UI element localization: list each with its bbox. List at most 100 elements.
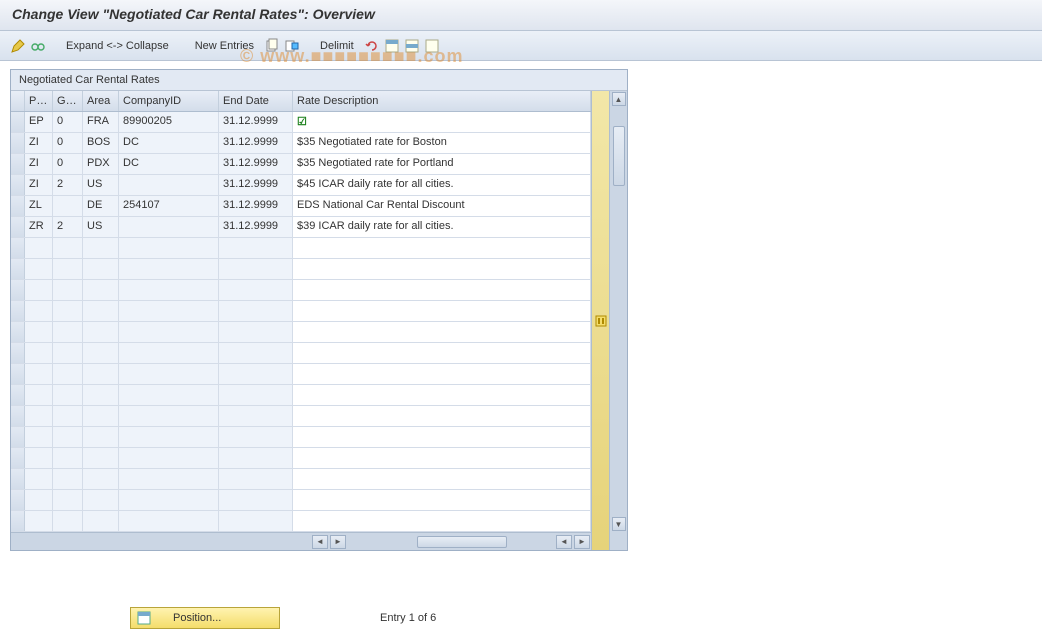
- table-row[interactable]: ZLDE25410731.12.9999EDS National Car Ren…: [11, 196, 591, 217]
- scroll-thumb[interactable]: [417, 536, 507, 548]
- glasses-icon[interactable]: [30, 38, 46, 54]
- table-row-empty[interactable]: [11, 343, 591, 364]
- cell-end-date[interactable]: 31.12.9999: [219, 175, 293, 195]
- row-selector[interactable]: [11, 217, 25, 237]
- column-header-geo[interactable]: Ge...: [53, 91, 83, 111]
- row-selector[interactable]: [11, 364, 25, 384]
- cell-area[interactable]: US: [83, 175, 119, 195]
- cell-provider[interactable]: ZL: [25, 196, 53, 216]
- cell-area[interactable]: FRA: [83, 112, 119, 132]
- cell-area[interactable]: BOS: [83, 133, 119, 153]
- row-selector[interactable]: [11, 175, 25, 195]
- row-selector[interactable]: [11, 343, 25, 363]
- cell-geo[interactable]: 0: [53, 133, 83, 153]
- row-selector[interactable]: [11, 280, 25, 300]
- table-row[interactable]: ZI2US31.12.9999$45 ICAR daily rate for a…: [11, 175, 591, 196]
- scroll-left-icon[interactable]: ◄: [312, 535, 328, 549]
- row-selector[interactable]: [11, 133, 25, 153]
- cell-end-date[interactable]: 31.12.9999: [219, 217, 293, 237]
- pencil-icon[interactable]: [10, 38, 26, 54]
- cell-geo[interactable]: 0: [53, 112, 83, 132]
- scroll-right-icon[interactable]: ►: [330, 535, 346, 549]
- row-selector[interactable]: [11, 469, 25, 489]
- table-row-empty[interactable]: [11, 280, 591, 301]
- expand-collapse-button[interactable]: Expand <-> Collapse: [60, 37, 175, 55]
- cell-provider[interactable]: ZI: [25, 133, 53, 153]
- row-selector[interactable]: [11, 154, 25, 174]
- cell-end-date[interactable]: 31.12.9999: [219, 154, 293, 174]
- cell-description[interactable]: EDS National Car Rental Discount: [293, 196, 591, 216]
- table-row-empty[interactable]: [11, 448, 591, 469]
- cell-description[interactable]: $35 Negotiated rate for Boston: [293, 133, 591, 153]
- cell-provider[interactable]: EP: [25, 112, 53, 132]
- cell-company[interactable]: [119, 175, 219, 195]
- table-row[interactable]: ZI0BOSDC31.12.9999$35 Negotiated rate fo…: [11, 133, 591, 154]
- table-row-empty[interactable]: [11, 322, 591, 343]
- table-row[interactable]: EP0FRA8990020531.12.9999☑: [11, 112, 591, 133]
- row-selector[interactable]: [11, 406, 25, 426]
- cell-provider[interactable]: ZI: [25, 154, 53, 174]
- delete-icon[interactable]: [284, 38, 300, 54]
- position-button[interactable]: Position...: [130, 607, 280, 629]
- table-row-empty[interactable]: [11, 406, 591, 427]
- vertical-scrollbar[interactable]: ▲ ▼: [609, 91, 627, 550]
- cell-geo[interactable]: 0: [53, 154, 83, 174]
- table-row-empty[interactable]: [11, 238, 591, 259]
- cell-description[interactable]: $35 Negotiated rate for Portland: [293, 154, 591, 174]
- scroll-down-icon[interactable]: ▼: [612, 517, 626, 531]
- column-header-description[interactable]: Rate Description: [293, 91, 591, 111]
- row-selector[interactable]: [11, 238, 25, 258]
- row-selector[interactable]: [11, 490, 25, 510]
- horizontal-scrollbar[interactable]: ◄ ► ◄ ►: [11, 532, 591, 550]
- cell-area[interactable]: PDX: [83, 154, 119, 174]
- scroll-left2-icon[interactable]: ◄: [556, 535, 572, 549]
- row-selector[interactable]: [11, 427, 25, 447]
- cell-provider[interactable]: ZR: [25, 217, 53, 237]
- row-selector[interactable]: [11, 196, 25, 216]
- table-row-empty[interactable]: [11, 469, 591, 490]
- table-row-empty[interactable]: [11, 364, 591, 385]
- table-row-empty[interactable]: [11, 427, 591, 448]
- cell-company[interactable]: 254107: [119, 196, 219, 216]
- row-selector[interactable]: [11, 322, 25, 342]
- row-selector[interactable]: [11, 301, 25, 321]
- column-header-area[interactable]: Area: [83, 91, 119, 111]
- cell-company[interactable]: DC: [119, 154, 219, 174]
- delimit-button[interactable]: Delimit: [314, 37, 360, 55]
- copy-icon[interactable]: [264, 38, 280, 54]
- cell-company[interactable]: DC: [119, 133, 219, 153]
- cell-area[interactable]: DE: [83, 196, 119, 216]
- table-row[interactable]: ZI0PDXDC31.12.9999$35 Negotiated rate fo…: [11, 154, 591, 175]
- cell-end-date[interactable]: 31.12.9999: [219, 112, 293, 132]
- cell-company[interactable]: [119, 217, 219, 237]
- table-settings-icon[interactable]: [591, 91, 609, 550]
- column-header-company[interactable]: CompanyID: [119, 91, 219, 111]
- cell-description[interactable]: ☑: [293, 112, 591, 132]
- cell-geo[interactable]: 2: [53, 217, 83, 237]
- cell-geo[interactable]: [53, 196, 83, 216]
- cell-end-date[interactable]: 31.12.9999: [219, 133, 293, 153]
- vscroll-thumb[interactable]: [613, 126, 625, 186]
- row-selector[interactable]: [11, 448, 25, 468]
- new-entries-button[interactable]: New Entries: [189, 37, 260, 55]
- select-all-icon[interactable]: [384, 38, 400, 54]
- scroll-right2-icon[interactable]: ►: [574, 535, 590, 549]
- column-header-provider[interactable]: Pr...: [25, 91, 53, 111]
- cell-geo[interactable]: 2: [53, 175, 83, 195]
- row-selector[interactable]: [11, 259, 25, 279]
- column-header-end-date[interactable]: End Date: [219, 91, 293, 111]
- table-row-empty[interactable]: [11, 259, 591, 280]
- deselect-all-icon[interactable]: [424, 38, 440, 54]
- row-selector[interactable]: [11, 112, 25, 132]
- table-row-empty[interactable]: [11, 490, 591, 511]
- table-row[interactable]: ZR2US 31.12.9999$39 ICAR daily rate for a…: [11, 217, 591, 238]
- cell-area[interactable]: US: [83, 217, 119, 237]
- table-row-empty[interactable]: [11, 511, 591, 532]
- row-selector[interactable]: [11, 385, 25, 405]
- cell-description[interactable]: $39 ICAR daily rate for all cities.: [293, 217, 591, 237]
- table-row-empty[interactable]: [11, 385, 591, 406]
- cell-provider[interactable]: ZI: [25, 175, 53, 195]
- undo-icon[interactable]: [364, 38, 380, 54]
- cell-company[interactable]: 89900205: [119, 112, 219, 132]
- select-block-icon[interactable]: [404, 38, 420, 54]
